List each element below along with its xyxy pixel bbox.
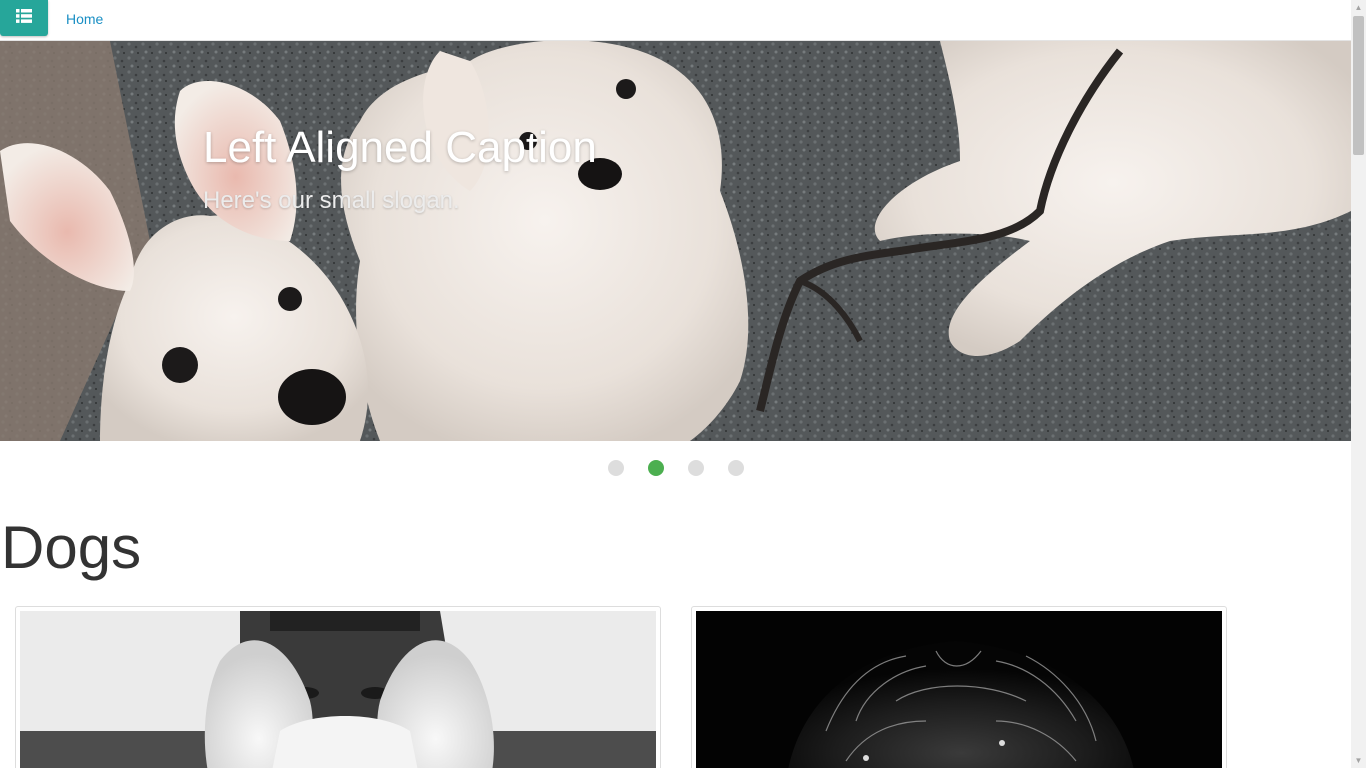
carousel-caption-subtitle: Here's our small slogan.	[203, 187, 460, 214]
hero-image	[0, 41, 1351, 441]
dog-card-2[interactable]	[691, 606, 1227, 768]
top-navbar: Home	[0, 0, 1351, 41]
carousel-caption-title: Left Aligned Caption	[203, 123, 597, 172]
scroll-up-arrow[interactable]: ▲	[1351, 0, 1366, 15]
carousel-indicator-3[interactable]	[688, 460, 704, 476]
carousel-indicator-2[interactable]	[648, 460, 664, 476]
section-title: Dogs	[1, 514, 142, 581]
list-icon	[16, 8, 32, 28]
nav-link-home[interactable]: Home	[66, 11, 103, 27]
scroll-down-arrow[interactable]: ▼	[1351, 753, 1366, 768]
page-scrollbar[interactable]: ▲ ▼	[1351, 0, 1366, 768]
side-menu-button[interactable]	[0, 0, 48, 36]
carousel-indicators	[608, 460, 748, 476]
dog-card-1-image	[20, 611, 656, 768]
carousel-indicator-4[interactable]	[728, 460, 744, 476]
carousel-indicator-1[interactable]	[608, 460, 624, 476]
dog-card-1[interactable]	[15, 606, 661, 768]
scrollbar-thumb[interactable]	[1353, 16, 1364, 155]
hero-carousel[interactable]: Left Aligned Caption Here's our small sl…	[0, 41, 1351, 441]
dog-card-2-image	[696, 611, 1222, 768]
